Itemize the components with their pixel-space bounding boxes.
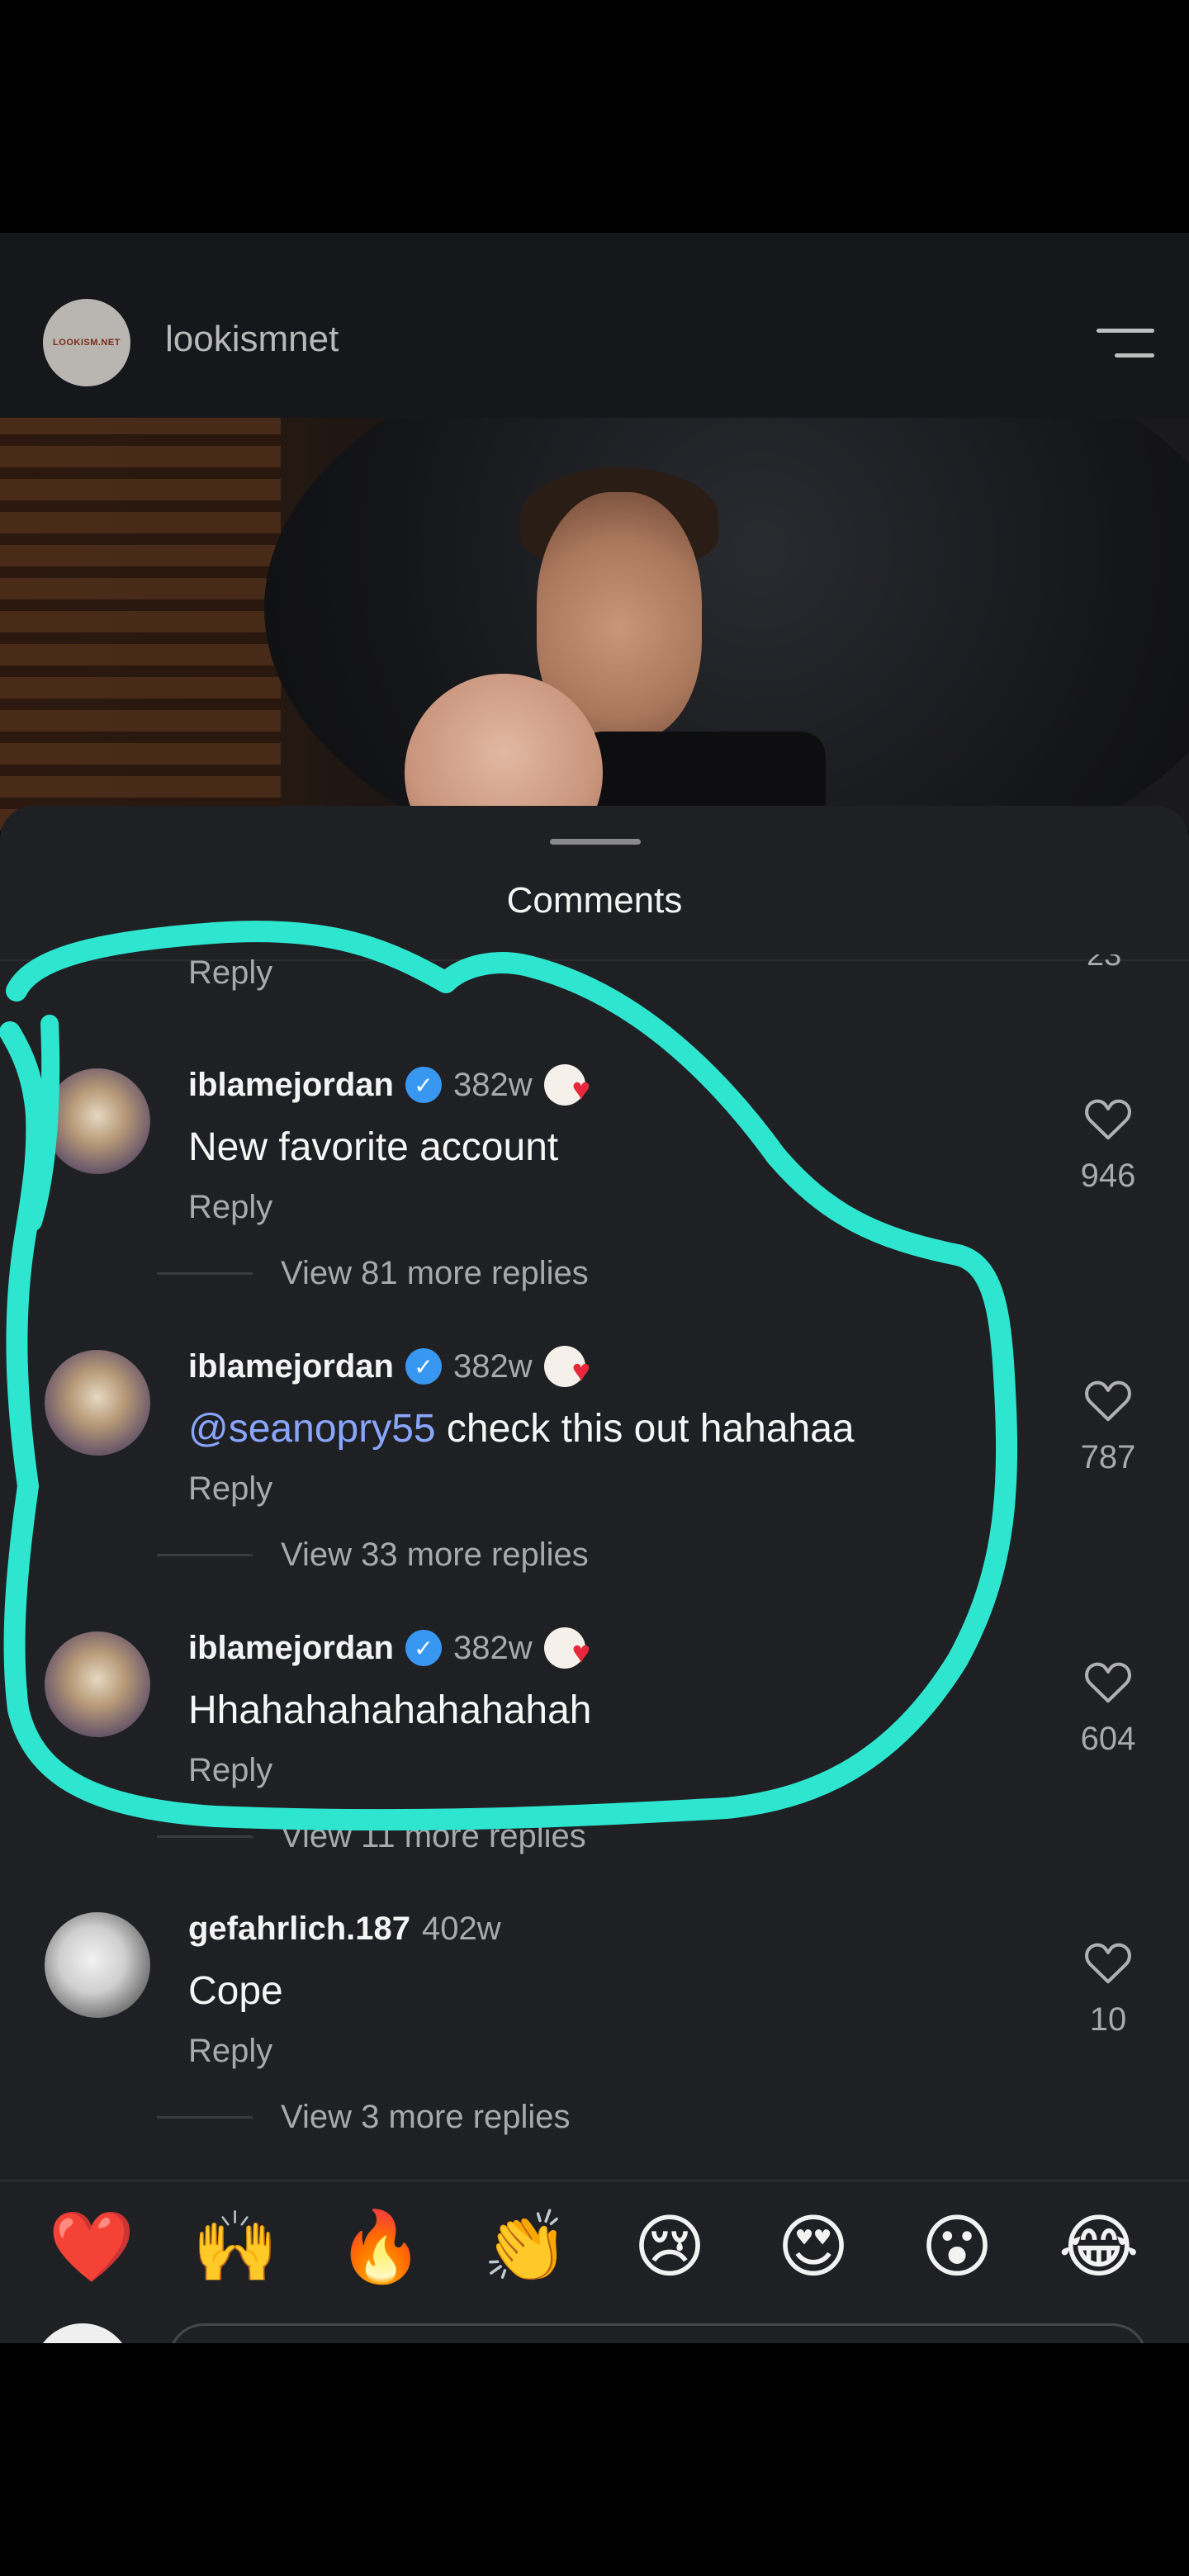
comment-time: 402w (422, 1910, 501, 1947)
reaction-heart-icon[interactable]: ❤️ (46, 2201, 137, 2292)
reply-button[interactable]: Reply (188, 2033, 272, 2070)
comment-time: 382w (452, 1629, 533, 1666)
like-count: 604 (1080, 1721, 1136, 1757)
verified-badge-icon: ✓ (405, 1348, 442, 1385)
reply-button[interactable]: Reply (188, 1470, 272, 1508)
comment-time: 382w (452, 1347, 533, 1385)
comment-text: @seanopry55 check this out hahahaa (188, 1406, 855, 1451)
verified-badge-icon: ✓ (405, 1630, 442, 1666)
heart-outline-icon[interactable] (1082, 1939, 1135, 1985)
more-replies-line (157, 1835, 253, 1838)
comment-item: iblamejordan ✓ 382w ♥ Hhahahahahahahahah… (0, 1617, 1189, 1897)
comment-item: iblamejordan ✓ 382w ♥ @seanopry55 check … (0, 1335, 1189, 1616)
comment-body: New favorite account (188, 1125, 559, 1169)
like-count: 787 (1080, 1439, 1136, 1475)
creator-liked-badge-icon: ♥ (543, 1346, 602, 1387)
comment-input[interactable] (168, 2323, 1148, 2343)
comment-username[interactable]: iblamejordan (188, 1067, 394, 1104)
reply-button[interactable]: Reply (188, 1189, 272, 1226)
profile-avatar[interactable]: LOOKISM.NET (43, 299, 130, 386)
comment-header: iblamejordan ✓ 382w ♥ (188, 1343, 602, 1390)
more-replies-label: View 81 more replies (281, 1255, 589, 1291)
more-replies-label: View 33 more replies (281, 1537, 589, 1573)
comment-mention[interactable]: @seanopry55 (188, 1407, 436, 1451)
top-black-bar (0, 0, 1189, 233)
comments-sheet: Comments Reply 23 iblamejordan ✓ 382w ♥ … (0, 806, 1189, 2343)
creator-liked-badge-icon: ♥ (543, 1064, 602, 1106)
comment-time: 382w (452, 1066, 533, 1103)
heart-outline-icon[interactable] (1082, 1376, 1135, 1423)
avatar[interactable] (45, 1350, 150, 1456)
reaction-laughing-icon[interactable]: 😂 (1054, 2201, 1144, 2292)
screen: LOOKISM.NET lookismnet Comments Reply 23… (0, 0, 1189, 2576)
sheet-grabber-handle[interactable] (550, 839, 641, 845)
reaction-fire-icon[interactable]: 🔥 (335, 2201, 426, 2292)
verified-badge-icon: ✓ (405, 1067, 442, 1103)
view-more-replies-button[interactable]: View 3 more replies (157, 2099, 571, 2136)
hamburger-menu-icon[interactable] (1097, 327, 1154, 360)
bottom-black-bar (0, 2343, 1189, 2576)
view-more-replies-button[interactable]: View 11 more replies (157, 1818, 586, 1855)
profile-logo-text: LOOKISM.NET (53, 338, 121, 348)
heart-outline-icon[interactable] (1082, 1658, 1135, 1704)
reaction-cry-icon[interactable]: 😢 (624, 2201, 715, 2292)
comment-body: check this out hahahaa (435, 1407, 855, 1451)
profile-username[interactable]: lookismnet (165, 319, 339, 360)
reactions-divider (0, 2180, 1189, 2181)
view-more-replies-button[interactable]: View 33 more replies (157, 1537, 589, 1574)
comment-text: Hhahahahahahahahah (188, 1688, 591, 1733)
sheet-title: Comments (506, 880, 683, 921)
photo-building (0, 418, 281, 831)
more-replies-label: View 3 more replies (281, 2099, 571, 2135)
more-replies-line (157, 1554, 253, 1556)
reaction-clap-icon[interactable]: 👏 (481, 2201, 571, 2292)
reaction-heart-eyes-icon[interactable]: 😍 (768, 2201, 859, 2292)
creator-liked-badge-icon: ♥ (543, 1627, 602, 1669)
view-more-replies-button[interactable]: View 81 more replies (157, 1255, 589, 1292)
quick-reactions-bar: ❤️ 🙌 🔥 👏 😢 😍 😮 😂 (0, 2201, 1189, 2317)
reaction-raised-hands-icon[interactable]: 🙌 (190, 2201, 281, 2292)
comment-username[interactable]: iblamejordan (188, 1630, 394, 1667)
partial-like-count: 23 (1087, 938, 1122, 973)
avatar[interactable] (45, 1631, 150, 1737)
more-replies-label: View 11 more replies (281, 1818, 586, 1854)
comment-item: gefahrlich.187 402w Cope Reply 10 View 3… (0, 1897, 1189, 2178)
like-count: 946 (1080, 1158, 1136, 1194)
comment-text: Cope (188, 1968, 283, 2014)
comment-body: Cope (188, 1969, 283, 2013)
post-photo (0, 418, 1189, 831)
comment-header: iblamejordan ✓ 382w ♥ (188, 1625, 602, 1671)
avatar[interactable] (45, 1912, 150, 2018)
reaction-surprised-icon[interactable]: 😮 (912, 2201, 1002, 2292)
heart-outline-icon[interactable] (1082, 1095, 1135, 1141)
avatar[interactable] (45, 1068, 150, 1174)
comment-header: gefahrlich.187 402w (188, 1906, 501, 1952)
current-user-avatar (33, 2323, 132, 2343)
like-count: 10 (1089, 2001, 1127, 2038)
comment-body: Hhahahahahahahahah (188, 1688, 592, 1732)
comment-username[interactable]: iblamejordan (188, 1348, 394, 1385)
partial-reply-button[interactable]: Reply (188, 954, 272, 992)
sheet-divider (0, 959, 1189, 961)
reply-button[interactable]: Reply (188, 1752, 272, 1789)
comment-text: New favorite account (188, 1125, 558, 1170)
more-replies-line (157, 1272, 253, 1275)
comment-item: iblamejordan ✓ 382w ♥ New favorite accou… (0, 1054, 1189, 1334)
more-replies-line (157, 2116, 253, 2119)
comment-username[interactable]: gefahrlich.187 (188, 1911, 410, 1948)
comment-header: iblamejordan ✓ 382w ♥ (188, 1062, 602, 1108)
